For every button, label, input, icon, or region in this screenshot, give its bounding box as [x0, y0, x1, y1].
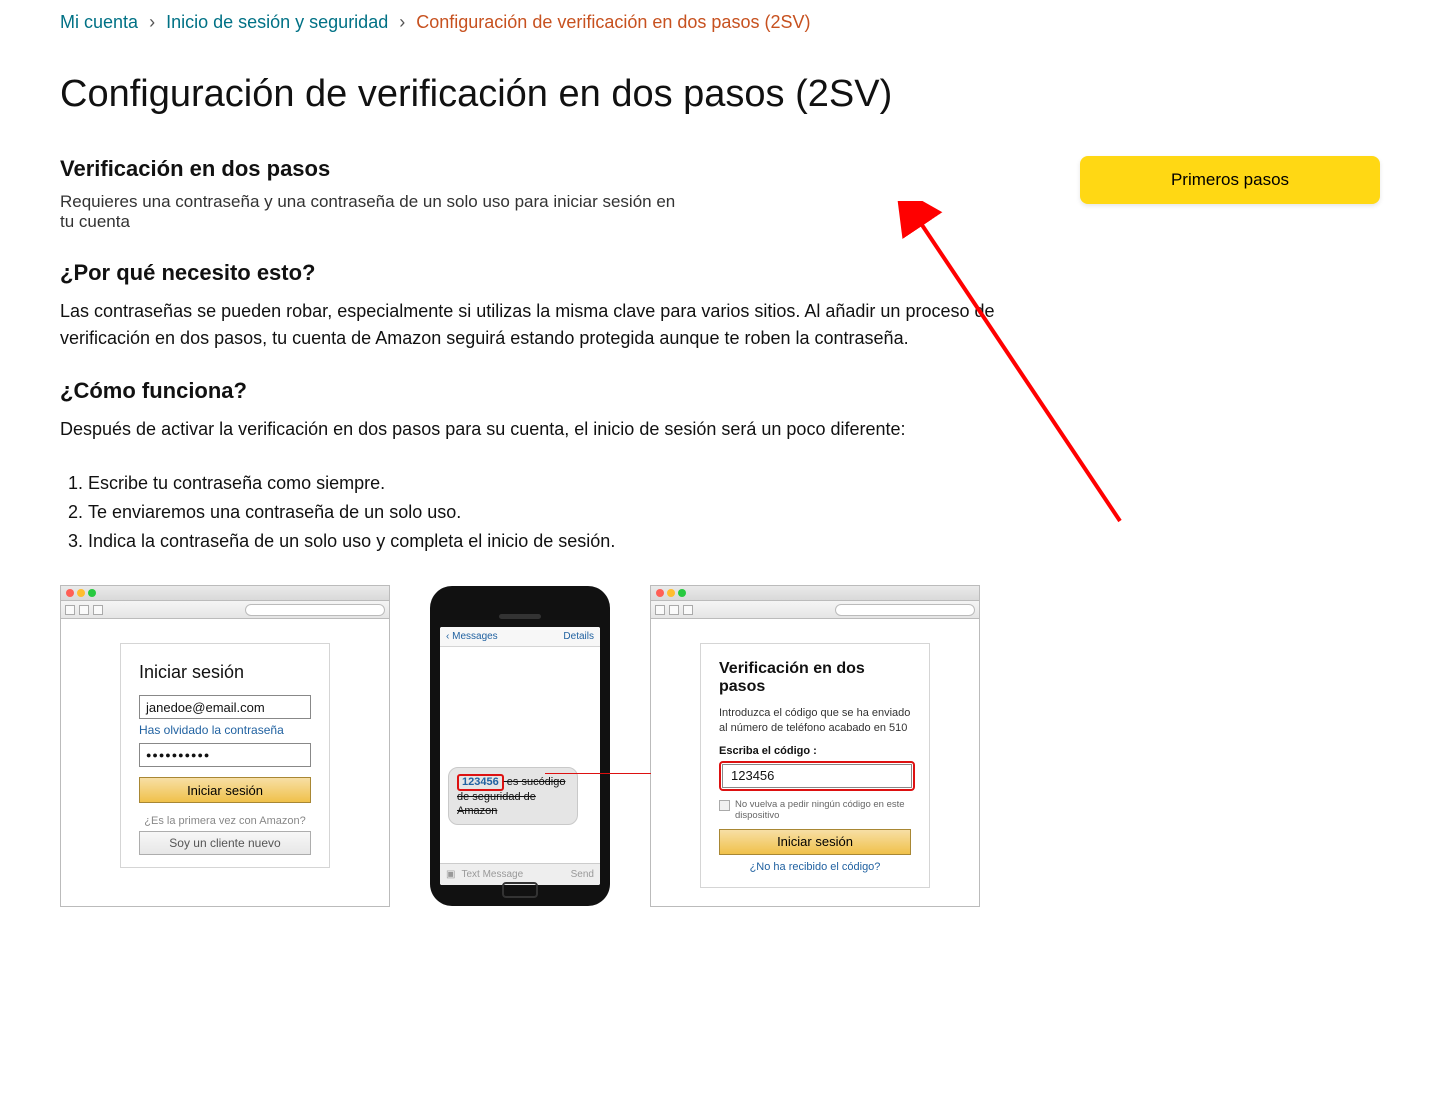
close-dot-icon — [66, 589, 74, 597]
code-input-highlight: 123456 — [719, 761, 915, 791]
breadcrumb-link-account[interactable]: Mi cuenta — [60, 12, 138, 32]
how-heading: ¿Cómo funciona? — [60, 378, 1380, 404]
messages-back-link: ‹ Messages — [446, 631, 498, 642]
subsection-heading: Verificación en dos pasos — [60, 156, 1040, 182]
nav-reload-icon — [93, 605, 103, 615]
illus-browser-login: Iniciar sesión janedoe@email.com Has olv… — [60, 585, 390, 907]
browser-address-bar — [61, 601, 389, 619]
sms-code: 123456 — [457, 774, 504, 791]
code-input: 123456 — [722, 764, 912, 788]
messages-header: ‹ Messages Details — [440, 627, 600, 647]
send-label: Send — [571, 869, 594, 880]
minimize-dot-icon — [77, 589, 85, 597]
forgot-password-link: Has olvidado la contraseña — [139, 723, 311, 737]
first-time-text: ¿Es la primera vez con Amazon? — [139, 815, 311, 827]
twosv-title: Verificación en dos pasos — [719, 660, 911, 696]
illustration-row: Iniciar sesión janedoe@email.com Has olv… — [60, 585, 1380, 907]
how-intro: Después de activar la verificación en do… — [60, 416, 1020, 443]
illus-phone: ‹ Messages Details 123456 es sucódigo de… — [430, 586, 610, 906]
code-label: Escriba el código : — [719, 745, 911, 757]
get-started-button[interactable]: Primeros pasos — [1080, 156, 1380, 204]
checkbox-icon — [719, 800, 730, 811]
illus-browser-2sv: Verificación en dos pasos Introduzca el … — [650, 585, 980, 907]
twosv-signin-button: Iniciar sesión — [719, 829, 911, 855]
nav-back-icon — [65, 605, 75, 615]
breadcrumb-current: Configuración de verificación en dos pas… — [416, 12, 810, 32]
window-titlebar — [651, 586, 979, 601]
why-body: Las contraseñas se pueden robar, especia… — [60, 298, 1020, 352]
breadcrumb-separator: › — [149, 12, 155, 32]
list-item: Escribe tu contraseña como siempre. — [88, 469, 1380, 498]
email-field: janedoe@email.com — [139, 695, 311, 719]
minimize-dot-icon — [667, 589, 675, 597]
subsection-description: Requieres una contraseña y una contraseñ… — [60, 192, 680, 232]
url-bar — [835, 604, 975, 616]
browser-address-bar — [651, 601, 979, 619]
maximize-dot-icon — [88, 589, 96, 597]
why-heading: ¿Por qué necesito esto? — [60, 260, 1380, 286]
breadcrumb-link-security[interactable]: Inicio de sesión y seguridad — [166, 12, 388, 32]
nav-fwd-icon — [79, 605, 89, 615]
list-item: Indica la contraseña de un solo uso y co… — [88, 527, 1380, 556]
new-customer-button: Soy un cliente nuevo — [139, 831, 311, 855]
maximize-dot-icon — [678, 589, 686, 597]
message-placeholder: Text Message — [455, 869, 570, 880]
breadcrumb-separator: › — [399, 12, 405, 32]
camera-icon: ▣ — [446, 869, 455, 880]
nav-fwd-icon — [669, 605, 679, 615]
window-titlebar — [61, 586, 389, 601]
nav-back-icon — [655, 605, 665, 615]
twosv-card: Verificación en dos pasos Introduzca el … — [700, 643, 930, 888]
signin-button: Iniciar sesión — [139, 777, 311, 803]
sms-bubble: 123456 es sucódigo de seguridad de Amazo… — [448, 767, 578, 825]
home-button-icon — [502, 882, 538, 898]
no-code-link: ¿No ha recibido el código? — [719, 861, 911, 873]
checkbox-label: No vuelva a pedir ningún código en este … — [735, 799, 911, 821]
phone-speaker-icon — [499, 614, 541, 619]
remember-device-checkbox: No vuelva a pedir ningún código en este … — [719, 799, 911, 821]
login-title: Iniciar sesión — [139, 662, 311, 683]
twosv-instructions: Introduzca el código que se ha enviado a… — [719, 706, 911, 735]
password-field: ●●●●●●●●●● — [139, 743, 311, 767]
phone-screen: ‹ Messages Details 123456 es sucódigo de… — [440, 627, 600, 885]
breadcrumb: Mi cuenta › Inicio de sesión y seguridad… — [60, 12, 1380, 33]
nav-reload-icon — [683, 605, 693, 615]
messages-details-link: Details — [563, 631, 594, 642]
how-steps-list: Escribe tu contraseña como siempre. Te e… — [88, 469, 1380, 555]
page-title: Configuración de verificación en dos pas… — [60, 73, 1380, 116]
url-bar — [245, 604, 385, 616]
login-card: Iniciar sesión janedoe@email.com Has olv… — [120, 643, 330, 868]
list-item: Te enviaremos una contraseña de un solo … — [88, 498, 1380, 527]
close-dot-icon — [656, 589, 664, 597]
